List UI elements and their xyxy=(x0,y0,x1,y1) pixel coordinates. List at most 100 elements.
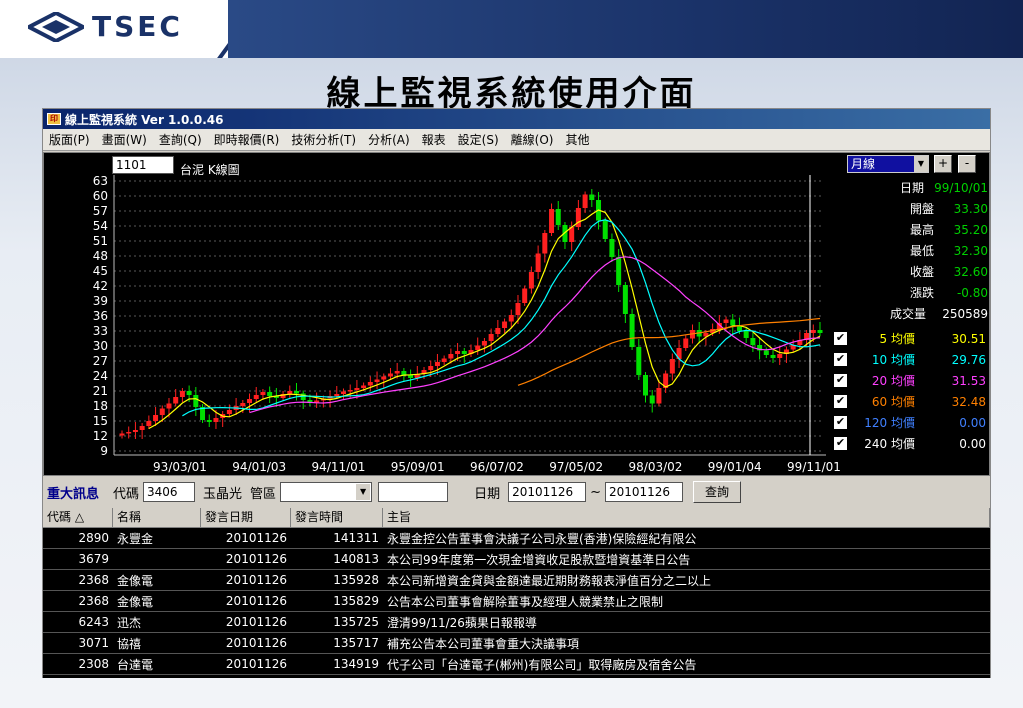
tsec-logo-icon xyxy=(28,11,84,42)
table-row[interactable]: 3071 協禧 20101126 135717 補充公告本公司董事會重大決議事項 xyxy=(43,633,990,654)
zoom-in-button[interactable]: + xyxy=(934,155,952,173)
menu-item[interactable]: 設定(S) xyxy=(452,131,505,148)
quote-label: 日期 xyxy=(899,181,924,195)
ma-value: 30.51 xyxy=(951,331,986,346)
menu-item[interactable]: 技術分析(T) xyxy=(285,131,362,148)
extra-input[interactable] xyxy=(378,482,449,502)
menu-item[interactable]: 報表 xyxy=(416,131,452,148)
ma-label: 20 均價 xyxy=(871,374,915,388)
candle-body xyxy=(750,338,756,345)
candle-body xyxy=(622,285,628,314)
date-separator: ~ xyxy=(590,484,601,500)
zoom-out-button[interactable]: - xyxy=(958,155,976,173)
table-cell: 20101126 xyxy=(225,573,287,587)
ma-row[interactable]: ✔ 10 均價 29.76 xyxy=(834,349,988,370)
checkbox-checked-icon[interactable]: ✔ xyxy=(834,353,847,366)
table-cell: 20101126 xyxy=(225,657,287,671)
chevron-down-icon[interactable]: ▼ xyxy=(914,156,928,172)
table-row[interactable]: 2308 台達電 20101126 134919 代子公司「台達電子(郴州)有限公司」取… xyxy=(43,654,990,675)
candle-body xyxy=(502,321,508,328)
date-to-input[interactable]: 20101126 xyxy=(604,482,683,502)
y-tick-label: 33 xyxy=(93,324,108,338)
table-cell: 135829 xyxy=(333,594,379,608)
query-button[interactable]: 查詢 xyxy=(692,481,741,503)
checkbox-checked-icon[interactable]: ✔ xyxy=(834,374,847,387)
app-icon: 印 xyxy=(47,113,61,125)
ma-row[interactable]: ✔ 120 均價 0.00 xyxy=(834,412,988,433)
table-cell: 135725 xyxy=(333,615,379,629)
candle-body xyxy=(139,426,145,430)
code-label: 代碼 xyxy=(113,486,140,502)
ma-value: 0.00 xyxy=(959,436,986,451)
candle-body xyxy=(166,403,172,409)
period-select[interactable]: 月線 ▼ xyxy=(847,155,929,173)
table-cell: 6243 xyxy=(78,615,109,629)
candle-body xyxy=(636,347,642,375)
ma-row[interactable]: ✔ 5 均價 30.51 xyxy=(834,328,988,349)
menu-item[interactable]: 畫面(W) xyxy=(96,131,153,148)
quote-row: 漲跌 -0.80 xyxy=(834,282,988,303)
menu-item[interactable]: 即時報價(R) xyxy=(208,131,286,148)
table-cell: 本公司99年度第一次現金增資收足股款暨增資基準日公告 xyxy=(387,552,691,567)
table-cell: 永豐金 xyxy=(117,531,154,546)
table-row[interactable]: 2368 金像電 20101126 135928 本公司新增資金貸與金額達最近期財務報表… xyxy=(43,570,990,591)
ma60-line xyxy=(517,317,821,386)
date-from-input[interactable]: 20101126 xyxy=(508,482,587,502)
candle-body xyxy=(126,432,132,434)
table-row[interactable]: 2890 永豐金 20101126 141311 永豐金控公告董事會決議子公司永豐(香港… xyxy=(43,528,990,549)
candle-body xyxy=(267,392,273,396)
window-titlebar[interactable]: 印 線上監視系統 Ver 1.0.0.46 xyxy=(43,109,990,129)
menu-item[interactable]: 離線(O) xyxy=(505,131,560,148)
candle-body xyxy=(381,376,387,380)
slide-header: TSEC xyxy=(0,0,1023,68)
checkbox-checked-icon[interactable]: ✔ xyxy=(834,332,847,345)
chevron-down-icon[interactable]: ▼ xyxy=(356,484,371,500)
table-header-cell[interactable]: 發言時間 xyxy=(291,508,383,527)
candle-body xyxy=(334,394,340,396)
zone-select[interactable]: ▼ xyxy=(280,482,373,502)
x-tick-label: 95/09/01 xyxy=(391,460,445,474)
table-header-cell[interactable]: 名稱 xyxy=(113,508,201,527)
menu-item[interactable]: 版面(P) xyxy=(43,131,96,148)
period-select-value: 月線 xyxy=(851,157,876,171)
x-tick-label: 97/05/02 xyxy=(549,460,603,474)
checkbox-checked-icon[interactable]: ✔ xyxy=(834,416,847,429)
news-filter-bar: 重大訊息 代碼 3406 玉晶光 管區 ▼ 日期 20101126 ~ 2010… xyxy=(43,478,990,506)
ma-row[interactable]: ✔ 20 均價 31.53 xyxy=(834,370,988,391)
x-tick-label: 96/07/02 xyxy=(470,460,524,474)
app-window: 印 線上監視系統 Ver 1.0.0.46 版面(P) 畫面(W) 查詢(Q) 即時報… xyxy=(42,108,991,678)
code-input[interactable]: 3406 xyxy=(143,482,196,502)
candle-body xyxy=(810,330,816,333)
table-row[interactable]: 3679 20101126 140813 本公司99年度第一次現金增資收足股款暨增資基… xyxy=(43,549,990,570)
candle-body xyxy=(549,209,555,233)
ma-row[interactable]: ✔ 240 均價 0.00 xyxy=(834,433,988,454)
menu-item[interactable]: 其他 xyxy=(559,131,595,148)
menu-item[interactable]: 查詢(Q) xyxy=(153,131,208,148)
candle-body xyxy=(253,395,259,399)
y-tick-label: 48 xyxy=(93,249,108,263)
stock-code-input[interactable]: 1101 xyxy=(112,156,174,174)
candle-body xyxy=(582,194,588,208)
ma-row[interactable]: ✔ 60 均價 32.48 xyxy=(834,391,988,412)
x-tick-label: 94/11/01 xyxy=(312,460,366,474)
menu-item[interactable]: 分析(A) xyxy=(362,131,416,148)
table-cell: 金像電 xyxy=(117,573,154,588)
y-tick-label: 27 xyxy=(93,354,108,368)
news-table: 代碼 △ 名稱 發言日期 發言時間 主旨 2890 永豐金 20101126 141311 永豐… xyxy=(43,508,990,678)
candle-body xyxy=(361,385,367,388)
checkbox-checked-icon[interactable]: ✔ xyxy=(834,437,847,450)
table-row[interactable]: 6243 迅杰 20101126 135725 澄清99/11/26蘋果日報報導 xyxy=(43,612,990,633)
candle-body xyxy=(817,330,823,333)
table-cell: 代子公司「台達電子(郴州)有限公司」取得廠房及宿舍公告 xyxy=(387,657,697,672)
quote-label: 漲跌 xyxy=(909,286,934,300)
table-header-cell[interactable]: 主旨 xyxy=(383,508,990,527)
candle-body xyxy=(401,371,407,375)
table-header-cell[interactable]: 代碼 △ xyxy=(43,508,113,527)
table-row[interactable]: 2368 金像電 20101126 135829 公告本公司董事會解除董事及經理人競業禁… xyxy=(43,591,990,612)
quote-row: 開盤 33.30 xyxy=(834,198,988,219)
quote-value: 33.30 xyxy=(953,201,988,216)
checkbox-checked-icon[interactable]: ✔ xyxy=(834,395,847,408)
table-header-cell[interactable]: 發言日期 xyxy=(201,508,291,527)
table-cell: 永豐金控公告董事會決議子公司永豐(香港)保險經紀有限公 xyxy=(387,531,697,546)
candle-body xyxy=(609,239,615,257)
